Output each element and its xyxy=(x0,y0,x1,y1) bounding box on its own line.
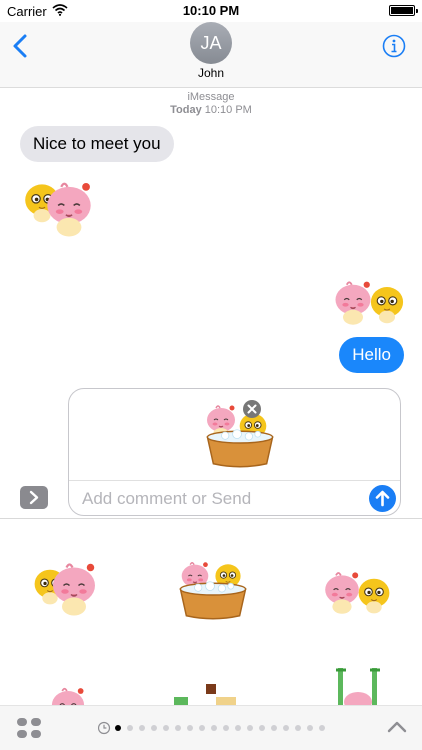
received-sticker[interactable] xyxy=(18,172,98,242)
page-dot xyxy=(163,725,169,731)
compose-box[interactable]: Add comment or Send xyxy=(68,388,401,516)
page-dot xyxy=(199,725,205,731)
page-dot xyxy=(259,725,265,731)
drawer-sticker[interactable] xyxy=(170,558,254,624)
page-dot xyxy=(307,725,313,731)
staged-sticker[interactable] xyxy=(197,401,281,473)
drawer-sticker[interactable] xyxy=(172,683,246,705)
drawer-sticker[interactable] xyxy=(28,552,104,624)
drawer-separator xyxy=(0,518,422,519)
conversation-timestamp: iMessage Today 10:10 PM xyxy=(0,91,422,117)
page-dot xyxy=(187,725,193,731)
page-dot xyxy=(151,725,157,731)
outgoing-message-bubble[interactable]: Hello xyxy=(339,337,404,373)
compose-divider xyxy=(69,480,400,481)
app-drawer-bar xyxy=(0,705,422,750)
page-dot xyxy=(283,725,289,731)
chevron-right-icon xyxy=(29,490,39,505)
expand-apps-button[interactable] xyxy=(20,486,48,509)
contact-avatar[interactable]: JA xyxy=(190,22,232,64)
page-dot xyxy=(139,725,145,731)
page-dot xyxy=(223,725,229,731)
page-dot xyxy=(115,725,121,731)
timestamp-time: 10:10 PM xyxy=(204,104,252,116)
drawer-sticker[interactable] xyxy=(318,566,398,620)
page-dot xyxy=(319,725,325,731)
page-indicator[interactable] xyxy=(98,721,326,735)
drawer-sticker[interactable] xyxy=(332,666,386,705)
service-label: iMessage xyxy=(187,91,235,103)
chevron-up-icon[interactable] xyxy=(386,718,408,736)
send-arrow-icon xyxy=(375,490,390,507)
contact-name[interactable]: John xyxy=(0,66,422,80)
incoming-message-bubble[interactable]: Nice to meet you xyxy=(20,126,174,162)
status-bar: Carrier 10:10 PM xyxy=(0,0,422,22)
page-dot xyxy=(211,725,217,731)
timestamp-day: Today xyxy=(170,104,202,116)
drawer-sticker[interactable] xyxy=(44,683,94,705)
remove-x-icon xyxy=(247,404,257,414)
remove-sticker-button[interactable] xyxy=(243,400,261,418)
page-dot xyxy=(295,725,301,731)
info-icon[interactable] xyxy=(382,34,406,58)
app-grid-icon[interactable] xyxy=(16,717,42,739)
page-dot xyxy=(235,725,241,731)
sent-sticker[interactable] xyxy=(328,276,412,330)
page-dot xyxy=(247,725,253,731)
battery-icon xyxy=(389,5,418,16)
send-button[interactable] xyxy=(369,485,396,512)
page-dot xyxy=(127,725,133,731)
messages-screen: Carrier 10:10 PM JA John iMessage Today … xyxy=(0,0,422,750)
conversation-header: JA John xyxy=(0,22,422,88)
message-input[interactable]: Add comment or Send xyxy=(82,489,251,509)
back-chevron-icon[interactable] xyxy=(10,32,30,60)
page-dot xyxy=(271,725,277,731)
status-time: 10:10 PM xyxy=(182,3,240,18)
page-dot xyxy=(175,725,181,731)
